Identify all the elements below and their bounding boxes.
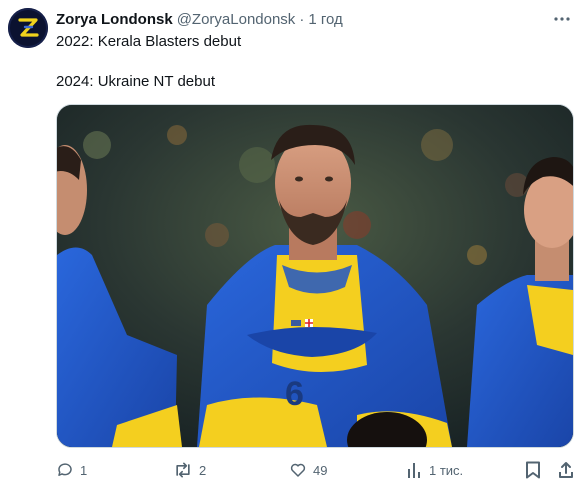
share-icon [559,462,573,478]
separator-dot: · [299,10,305,28]
author-handle[interactable]: @ZoryaLondonsk [177,11,296,28]
view-count: 1 тис. [429,462,464,478]
heart-icon [290,463,306,477]
post-header: Zorya Londonsk @ZoryaLondonsk · 1 год [56,9,567,29]
post-text-line: 2022: Kerala Blasters debut [56,33,242,50]
analytics-icon [408,463,420,478]
bookmark-icon [526,461,540,479]
avatar[interactable] [8,8,48,48]
views-button[interactable]: 1 тис. [407,458,463,482]
svg-text:6: 6 [285,375,304,413]
post-text-line: 2024: Ukraine NT debut [56,73,215,90]
reply-icon [58,463,72,476]
players-photo: 6 [57,105,573,447]
post-image[interactable]: 6 [56,104,574,448]
like-count: 49 [313,462,328,478]
author-name[interactable]: Zorya Londonsk [56,11,173,28]
reply-button[interactable]: 1 [56,458,87,482]
post-text: 2022: Kerala Blasters debut 2024: Ukrain… [56,32,567,92]
like-button[interactable]: 49 [289,458,327,482]
repost-button[interactable]: 2 [173,458,206,482]
zorya-logo-icon [18,18,39,37]
repost-icon [176,462,190,478]
bookmark-button[interactable] [525,458,541,482]
post-timestamp[interactable]: 1 год [308,11,342,28]
more-horizontal-icon [554,17,570,21]
share-button[interactable] [558,458,574,482]
action-bar: 1 2 49 1 тис. [56,458,576,482]
more-options-button[interactable] [551,8,573,30]
repost-count: 2 [199,462,207,478]
reply-count: 1 [80,462,88,478]
